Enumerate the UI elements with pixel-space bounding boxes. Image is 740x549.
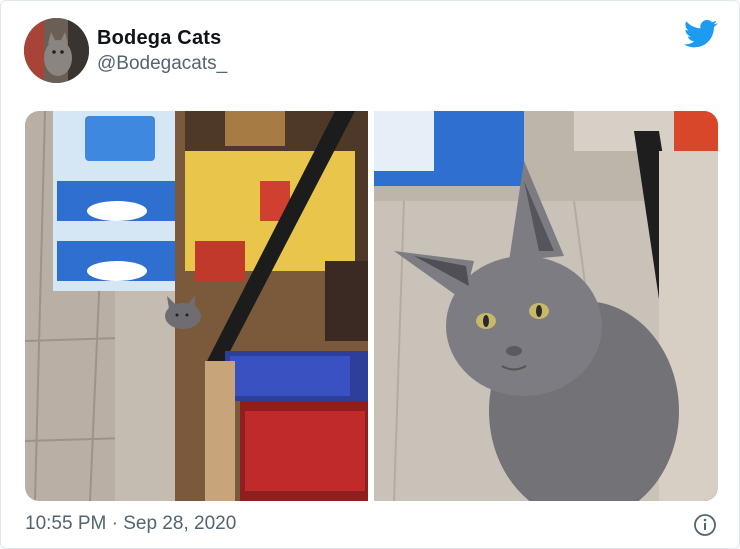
handle[interactable]: @Bodegacats_ — [97, 53, 227, 75]
display-name[interactable]: Bodega Cats — [97, 27, 221, 50]
tweet-card: Bodega Cats @Bodegacats_ 10:55 PM · Sep … — [0, 0, 740, 549]
info-icon[interactable] — [693, 513, 717, 537]
twitter-bird-icon[interactable] — [684, 19, 718, 49]
avatar[interactable] — [24, 18, 89, 83]
tweet-timestamp[interactable]: 10:55 PM · Sep 28, 2020 — [25, 513, 236, 535]
timestamp-separator: · — [111, 513, 118, 534]
photo-kitten-closeup[interactable] — [374, 111, 718, 501]
photo-store-aisle[interactable] — [25, 111, 368, 501]
tweet-media[interactable] — [25, 111, 718, 501]
tweet-date: Sep 28, 2020 — [123, 513, 237, 534]
tweet-time: 10:55 PM — [25, 513, 107, 534]
